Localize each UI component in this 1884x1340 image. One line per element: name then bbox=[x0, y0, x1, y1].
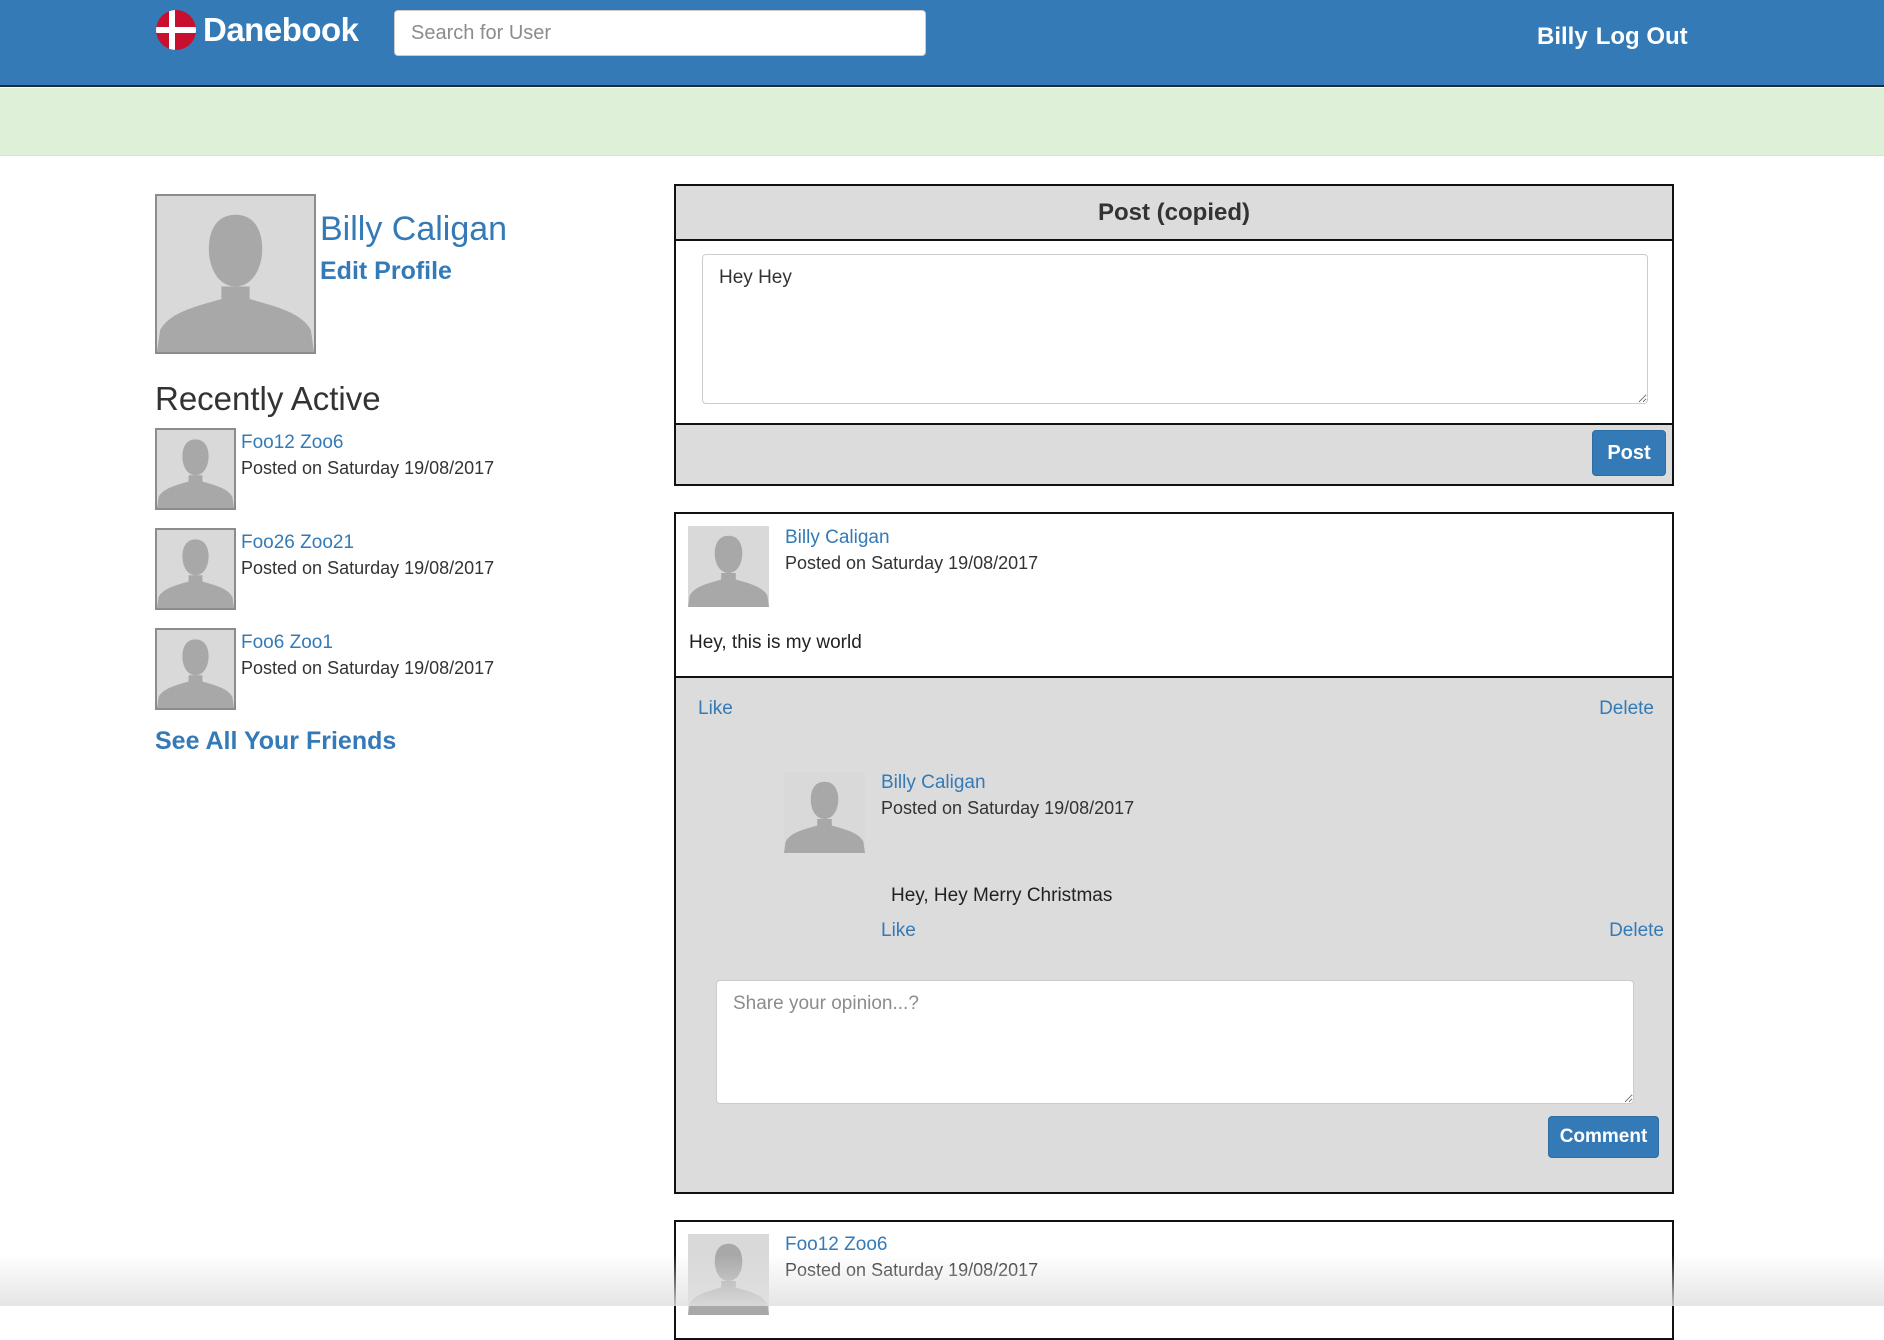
post-card: Billy Caligan Posted on Saturday 19/08/2… bbox=[674, 512, 1674, 1194]
friend-name-link[interactable]: Foo6 Zoo1 bbox=[241, 632, 333, 654]
comment-like-link[interactable]: Like bbox=[881, 920, 916, 942]
top-navbar: Danebook Billy Log Out bbox=[0, 0, 1884, 87]
edit-profile-link[interactable]: Edit Profile bbox=[320, 257, 452, 286]
friend-post-date: Posted on Saturday 19/08/2017 bbox=[241, 458, 495, 478]
see-all-friends-link[interactable]: See All Your Friends bbox=[155, 727, 396, 756]
profile-avatar[interactable] bbox=[155, 194, 316, 354]
recently-active-heading: Recently Active bbox=[155, 380, 381, 417]
post-date: Posted on Saturday 19/08/2017 bbox=[785, 1260, 1039, 1280]
post-author-avatar[interactable] bbox=[688, 1234, 769, 1315]
friend-post-date: Posted on Saturday 19/08/2017 bbox=[241, 658, 495, 678]
user-silhouette-icon bbox=[157, 530, 234, 608]
post-card: Foo12 Zoo6 Posted on Saturday 19/08/2017 bbox=[674, 1220, 1674, 1340]
post-author-avatar[interactable] bbox=[688, 526, 769, 607]
comment-date: Posted on Saturday 19/08/2017 bbox=[881, 798, 1135, 818]
friend-post-date: Posted on Saturday 19/08/2017 bbox=[241, 558, 495, 578]
comment-body: Hey, Hey Merry Christmas bbox=[891, 885, 1113, 906]
friend-avatar[interactable] bbox=[155, 428, 236, 510]
nav-user-area: Billy Log Out bbox=[1537, 22, 1688, 52]
recent-friend-item: Foo26 Zoo21 Posted on Saturday 19/08/201… bbox=[155, 528, 555, 610]
comment-textarea[interactable] bbox=[716, 980, 1634, 1104]
post-author-link[interactable]: Billy Caligan bbox=[785, 527, 890, 549]
post-composer: Post (copied) Post bbox=[674, 184, 1674, 486]
danish-flag-icon bbox=[156, 10, 196, 50]
comment-button[interactable]: Comment bbox=[1548, 1116, 1659, 1158]
search-user-input[interactable] bbox=[394, 10, 926, 56]
user-silhouette-icon bbox=[157, 630, 234, 708]
nav-user-name[interactable]: Billy bbox=[1537, 23, 1588, 51]
user-silhouette-icon bbox=[688, 1234, 769, 1315]
post-delete-link[interactable]: Delete bbox=[1599, 698, 1654, 720]
comment-delete-link[interactable]: Delete bbox=[1609, 920, 1664, 942]
composer-footer: Post bbox=[676, 423, 1672, 484]
friend-name-link[interactable]: Foo12 Zoo6 bbox=[241, 432, 343, 454]
brand-link[interactable]: Danebook bbox=[155, 9, 359, 51]
user-silhouette-icon bbox=[688, 526, 769, 607]
comment-author-link[interactable]: Billy Caligan bbox=[881, 772, 986, 794]
brand-name: Danebook bbox=[203, 11, 359, 48]
post-body: Hey, this is my world bbox=[689, 632, 862, 653]
comment-author-avatar[interactable] bbox=[784, 772, 865, 853]
profile-name-link[interactable]: Billy Caligan bbox=[320, 210, 507, 249]
recent-friend-item: Foo6 Zoo1 Posted on Saturday 19/08/2017 bbox=[155, 628, 555, 710]
user-silhouette-icon bbox=[784, 772, 865, 853]
post-actions-panel: Like Delete Billy Caligan Posted on Satu… bbox=[676, 676, 1672, 1192]
flash-message-band bbox=[0, 88, 1884, 156]
post-like-link[interactable]: Like bbox=[698, 698, 733, 720]
friend-avatar[interactable] bbox=[155, 628, 236, 710]
comment-item: Billy Caligan Posted on Saturday 19/08/2… bbox=[784, 772, 1664, 942]
post-textarea[interactable] bbox=[702, 254, 1648, 404]
logout-link[interactable]: Log Out bbox=[1596, 23, 1688, 51]
friend-name-link[interactable]: Foo26 Zoo21 bbox=[241, 532, 354, 554]
post-date: Posted on Saturday 19/08/2017 bbox=[785, 553, 1039, 573]
friend-avatar[interactable] bbox=[155, 528, 236, 610]
post-button[interactable]: Post bbox=[1592, 430, 1666, 476]
post-author-link[interactable]: Foo12 Zoo6 bbox=[785, 1234, 887, 1256]
user-silhouette-icon bbox=[157, 430, 234, 508]
user-silhouette-icon bbox=[157, 196, 314, 352]
composer-title: Post (copied) bbox=[676, 186, 1672, 241]
recent-friend-item: Foo12 Zoo6 Posted on Saturday 19/08/2017 bbox=[155, 428, 555, 510]
